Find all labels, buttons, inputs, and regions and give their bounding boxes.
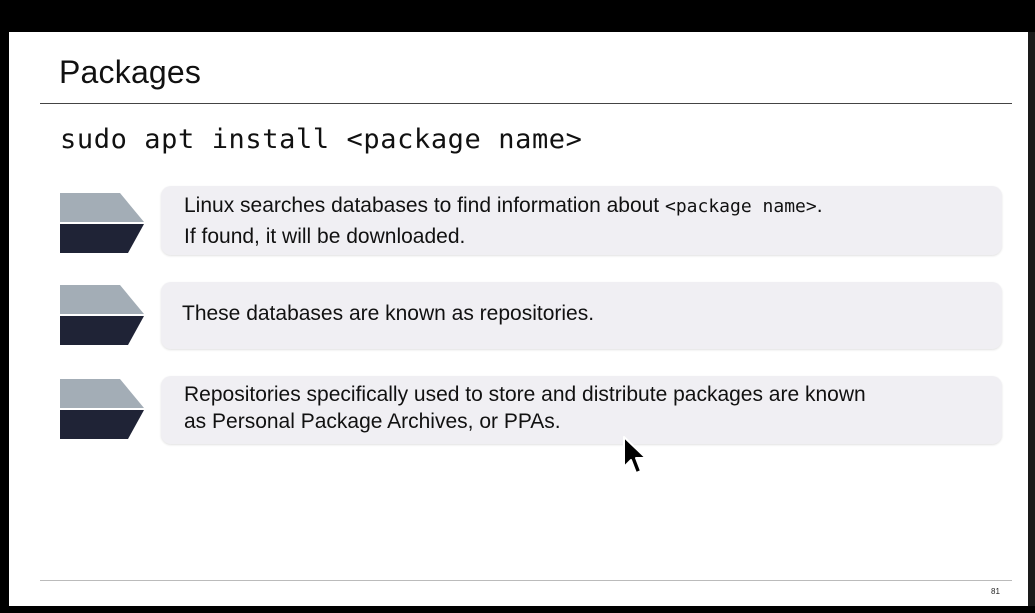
mouse-pointer-icon [622,435,650,477]
chevron-arrow-icon [60,193,144,253]
command-text: sudo apt install <package name> [60,124,583,155]
window-top-bar [0,0,1035,32]
info-card: These databases are known as repositorie… [161,282,1002,349]
chevron-arrow-icon [60,379,144,439]
card-text: Linux searches databases to find informa… [184,194,665,217]
title-divider [40,103,1012,104]
presentation-slide: Packages sudo apt install <package name>… [9,32,1028,606]
page-number: 81 [991,587,1000,596]
chevron-arrow-icon [60,285,144,345]
window-right-edge [1028,32,1035,606]
window-bottom-edge [0,606,1035,613]
card-line: Linux searches databases to find informa… [184,191,1002,222]
footer-divider [40,580,1012,581]
slide-title: Packages [59,54,202,90]
card-line: as Personal Package Archives, or PPAs. [184,410,561,433]
package-name-code: <package name> [664,196,817,217]
card-line: Repositories specifically used to store … [184,383,866,406]
info-card: Linux searches databases to find informa… [161,186,1002,255]
card-text-end: . [816,194,823,217]
info-card: Repositories specifically used to store … [161,376,1002,444]
card-line: If found, it will be downloaded. [184,225,466,248]
card-line: These databases are known as repositorie… [182,302,595,325]
